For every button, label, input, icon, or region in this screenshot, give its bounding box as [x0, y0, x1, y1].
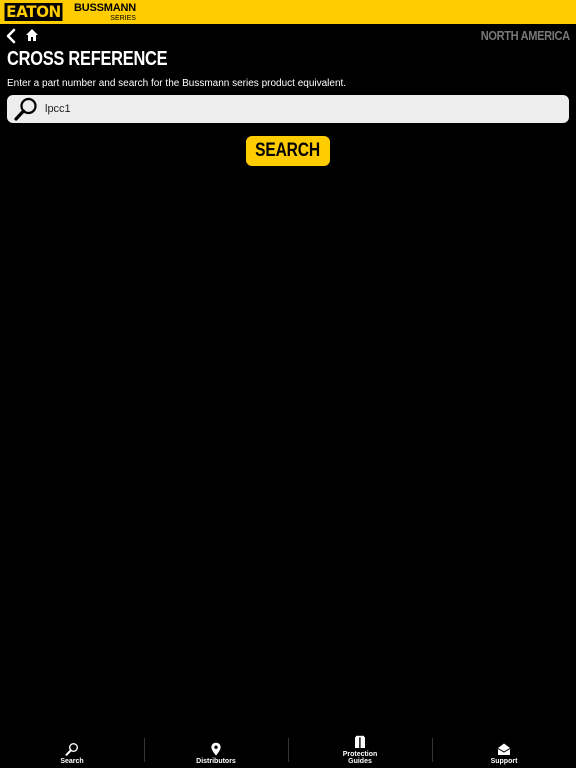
tab-protection-guides-label-2: Guides — [348, 758, 372, 765]
location-pin-icon — [211, 742, 221, 756]
eaton-logo: EATON — [4, 2, 63, 21]
nav-row: NORTH AMERICA — [0, 26, 576, 46]
tab-support[interactable]: Support — [432, 734, 576, 768]
tab-protection-guides[interactable]: Protection Guides — [288, 734, 432, 768]
tab-support-label: Support — [490, 758, 518, 765]
series-name: BUSSMANN — [74, 1, 136, 14]
search-icon — [65, 743, 78, 756]
tab-distributors-label: Distributors — [196, 758, 236, 765]
home-icon[interactable] — [25, 28, 39, 42]
book-icon — [355, 735, 365, 748]
search-button-label: SEARCH — [255, 140, 321, 161]
page-subtitle: Enter a part number and search for the B… — [7, 78, 347, 89]
page-title: CROSS REFERENCE — [7, 48, 168, 70]
part-number-input[interactable] — [45, 97, 545, 121]
search-button[interactable]: SEARCH — [246, 136, 330, 166]
magnifier-icon — [14, 97, 37, 121]
tab-distributors[interactable]: Distributors — [144, 734, 288, 768]
tab-protection-guides-label-1: Protection — [342, 751, 378, 758]
bottom-tab-bar: Search Distributors Protection Guides Su… — [0, 734, 576, 768]
series-sub: SERIES — [110, 14, 136, 22]
mail-support-icon — [497, 743, 511, 755]
tab-search-label: Search — [60, 758, 84, 765]
back-arrow-icon[interactable] — [4, 28, 18, 44]
region-selector[interactable]: NORTH AMERICA — [481, 28, 570, 43]
bussmann-series-logo: BUSSMANN SERIES — [74, 1, 136, 22]
top-banner: EATON BUSSMANN SERIES — [0, 0, 576, 24]
tab-search[interactable]: Search — [0, 734, 144, 768]
search-field[interactable] — [7, 95, 569, 123]
